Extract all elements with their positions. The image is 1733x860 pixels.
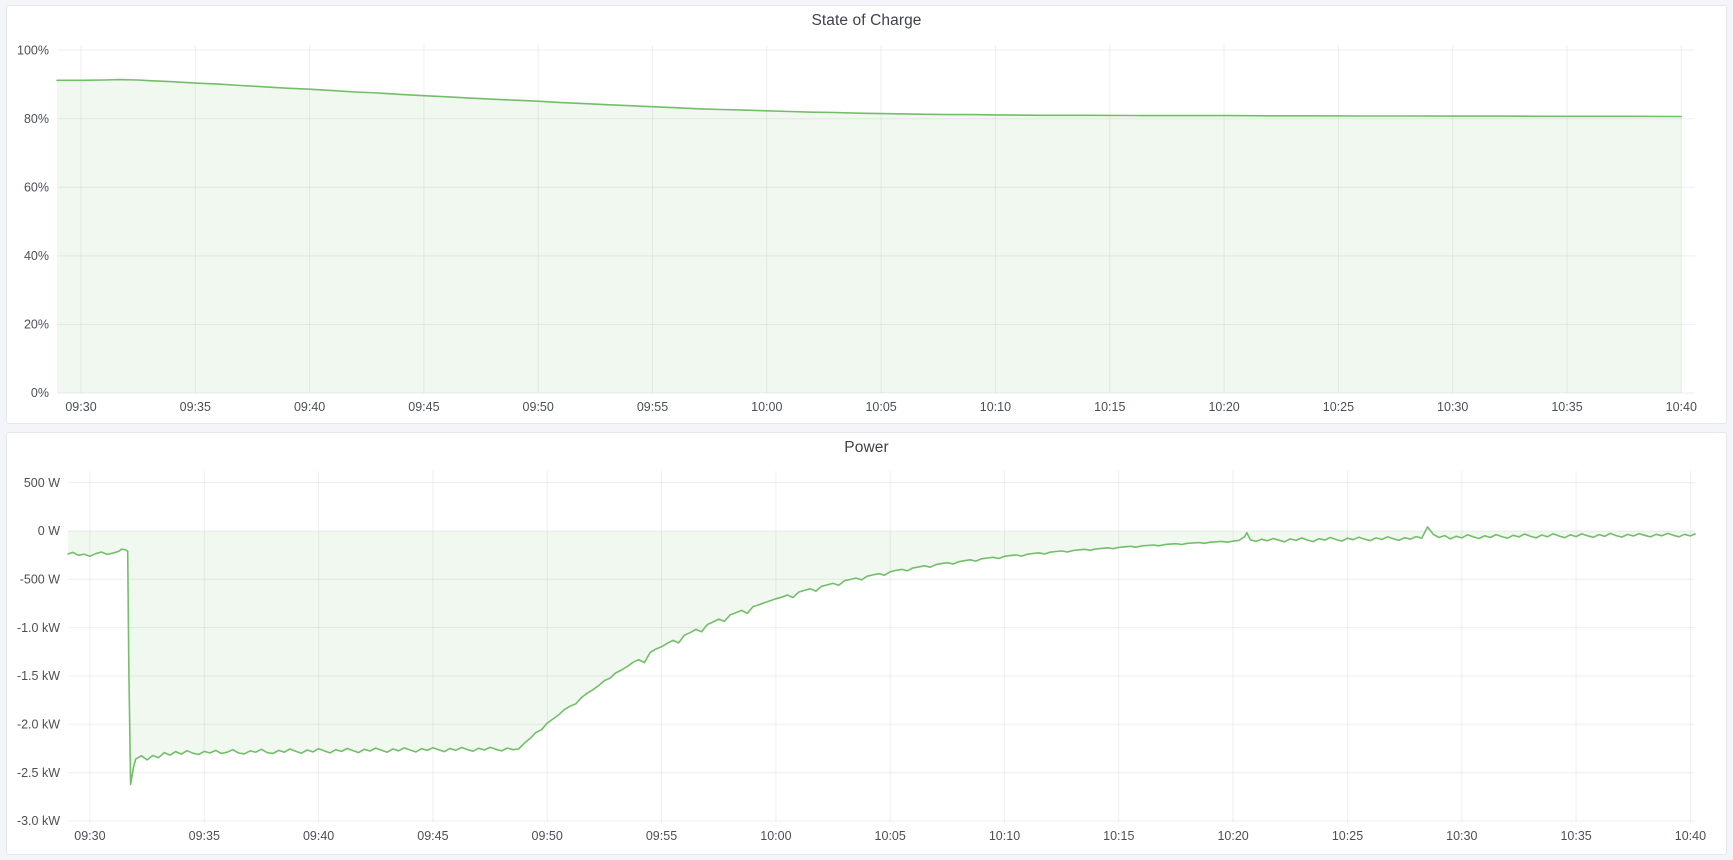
soc-chart[interactable]: 09:30 09:35 09:40 09:45 09:50 09:55 10:00 10:05…: [7, 36, 1726, 423]
x-tick-label: 09:50: [532, 829, 563, 843]
series-fill: [68, 527, 1695, 785]
panel-title-power[interactable]: Power: [7, 433, 1726, 463]
x-tick-label: 10:20: [1217, 829, 1248, 843]
x-tick-label: 10:25: [1332, 829, 1363, 843]
x-tick-label: 10:35: [1551, 400, 1582, 414]
power-chart[interactable]: 09:30 09:35 09:40 09:45 09:50 09:55 10:00 10:05…: [7, 463, 1726, 854]
panel-title-state-of-charge[interactable]: State of Charge: [7, 6, 1726, 36]
x-tick-label: 10:20: [1208, 400, 1239, 414]
x-tick-label: 10:10: [980, 400, 1011, 414]
x-tick-label: 10:30: [1437, 400, 1468, 414]
y-tick-label: 20%: [24, 318, 49, 332]
x-tick-label: 09:45: [417, 829, 448, 843]
x-tick-label: 10:05: [875, 829, 906, 843]
x-tick-label: 09:35: [180, 400, 211, 414]
dashboard: State of Charge 09:30 09:35 09:40 09:45 09:5…: [0, 0, 1733, 860]
x-tick-label: 09:55: [646, 829, 677, 843]
x-tick-label: 09:50: [523, 400, 554, 414]
x-tick-label: 10:40: [1675, 829, 1706, 843]
x-tick-label: 10:30: [1446, 829, 1477, 843]
x-tick-label: 09:45: [408, 400, 439, 414]
panel-power: Power 09:30 09:35 09:40 09:45 09:50 09:55 10:0…: [6, 432, 1727, 855]
y-tick-label: 40%: [24, 249, 49, 263]
x-tick-label: 10:10: [989, 829, 1020, 843]
y-tick-label: 0%: [31, 386, 49, 400]
power-chart-canvas[interactable]: 09:30 09:35 09:40 09:45 09:50 09:55 10:00 10:05…: [7, 463, 1726, 854]
x-tick-label: 09:40: [303, 829, 334, 843]
x-tick-label: 10:25: [1323, 400, 1354, 414]
y-tick-label: -500 W: [20, 573, 60, 587]
series-fill: [57, 80, 1681, 393]
panel-state-of-charge: State of Charge 09:30 09:35 09:40 09:45 09:5…: [6, 5, 1727, 424]
x-tick-label: 09:35: [189, 829, 220, 843]
x-tick-label: 10:00: [751, 400, 782, 414]
y-tick-label: -2.5 kW: [17, 766, 60, 780]
x-tick-label: 09:30: [65, 400, 96, 414]
x-tick-label: 10:40: [1666, 400, 1697, 414]
x-tick-label: 09:40: [294, 400, 325, 414]
y-tick-label: 500 W: [24, 476, 60, 490]
x-tick-label: 10:35: [1560, 829, 1591, 843]
x-tick-label: 10:00: [760, 829, 791, 843]
x-tick-label: 10:05: [865, 400, 896, 414]
y-tick-label: -1.5 kW: [17, 669, 60, 683]
x-tick-label: 09:55: [637, 400, 668, 414]
x-tick-label: 10:15: [1103, 829, 1134, 843]
y-tick-label: -3.0 kW: [17, 814, 60, 828]
x-tick-label: 09:30: [74, 829, 105, 843]
y-tick-label: 80%: [24, 112, 49, 126]
y-tick-label: -2.0 kW: [17, 718, 60, 732]
y-tick-label: -1.0 kW: [17, 621, 60, 635]
y-tick-label: 100%: [17, 43, 49, 57]
soc-chart-canvas[interactable]: 09:30 09:35 09:40 09:45 09:50 09:55 10:00 10:05…: [7, 36, 1726, 423]
x-tick-label: 10:15: [1094, 400, 1125, 414]
y-tick-label: 60%: [24, 181, 49, 195]
y-tick-label: 0 W: [38, 524, 60, 538]
